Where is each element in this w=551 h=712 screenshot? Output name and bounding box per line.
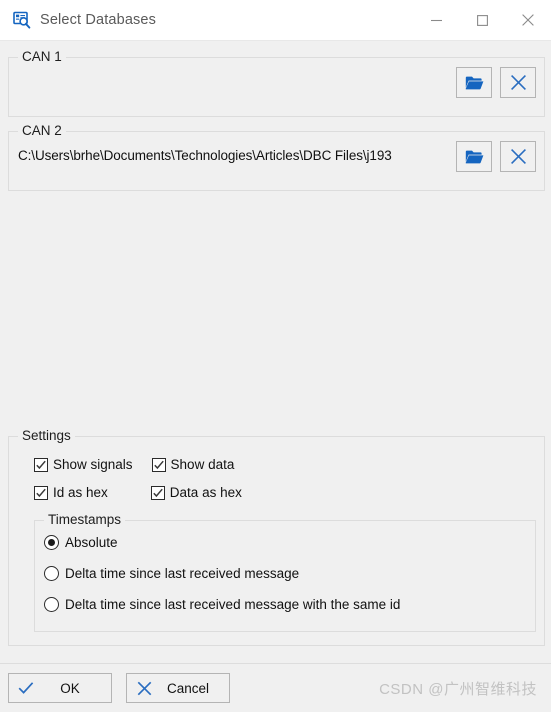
checkbox-id-as-hex[interactable]: Id as hex — [34, 485, 108, 500]
maximize-button[interactable] — [459, 0, 505, 40]
checkmark-icon — [34, 485, 48, 500]
can2-group-title: CAN 2 — [18, 123, 66, 138]
can2-clear-button[interactable] — [500, 141, 536, 172]
can1-buttons — [456, 67, 536, 98]
checkbox-id-as-hex-label: Id as hex — [53, 485, 108, 500]
radio-unselected-icon — [44, 566, 59, 581]
folder-open-icon — [465, 149, 484, 165]
checkbox-show-data[interactable]: Show data — [151, 457, 235, 472]
can1-group-title: CAN 1 — [18, 49, 66, 64]
minimize-button[interactable] — [413, 0, 459, 40]
csdn-watermark: CSDN @广州智维科技 — [379, 681, 537, 698]
checkbox-show-signals-label: Show signals — [53, 457, 133, 472]
checkmark-icon — [34, 457, 48, 472]
settings-group-title: Settings — [18, 428, 75, 443]
can1-browse-button[interactable] — [456, 67, 492, 98]
settings-checkbox-row-2: Id as hex Data as hex — [34, 485, 242, 500]
can1-group: CAN 1 — [8, 49, 545, 117]
title-bar-left: Select Databases — [0, 11, 156, 29]
can2-browse-button[interactable] — [456, 141, 492, 172]
timestamps-group-title: Timestamps — [44, 512, 126, 527]
radio-delta-last-message-label: Delta time since last received message — [65, 566, 300, 581]
window-title: Select Databases — [40, 12, 157, 28]
window-controls — [413, 0, 551, 40]
close-x-icon — [510, 74, 527, 91]
x-icon — [127, 681, 161, 696]
radio-selected-icon — [44, 535, 59, 550]
timestamps-group: Timestamps Absolute Delta time since las… — [34, 512, 536, 632]
radio-delta-last-message[interactable]: Delta time since last received message — [44, 566, 299, 581]
radio-absolute[interactable]: Absolute — [44, 535, 118, 550]
checkbox-data-as-hex-label: Data as hex — [169, 485, 242, 500]
close-button[interactable] — [505, 0, 551, 40]
cancel-button-label: Cancel — [166, 680, 210, 696]
checkbox-show-signals[interactable]: Show signals — [34, 457, 133, 472]
cancel-button[interactable]: Cancel — [126, 673, 230, 703]
database-search-icon — [13, 11, 31, 29]
checkmark-icon — [150, 485, 165, 500]
checkmark-icon — [151, 457, 166, 472]
settings-group: Settings Show signals Show data Id as he… — [8, 428, 545, 646]
can2-path-text: C:\Users\brhe\Documents\Technologies\Art… — [18, 148, 392, 163]
checkbox-data-as-hex[interactable]: Data as hex — [150, 485, 242, 500]
title-bar: Select Databases — [0, 0, 551, 41]
radio-unselected-icon — [44, 597, 59, 612]
radio-absolute-label: Absolute — [65, 535, 118, 550]
settings-checkbox-row-1: Show signals Show data — [34, 457, 234, 472]
ok-button-label: OK — [60, 680, 80, 696]
can1-clear-button[interactable] — [500, 67, 536, 98]
radio-delta-same-id-label: Delta time since last received message w… — [65, 597, 401, 612]
folder-open-icon — [465, 75, 484, 91]
close-x-icon — [510, 148, 527, 165]
radio-delta-same-id[interactable]: Delta time since last received message w… — [44, 597, 400, 612]
can2-group: CAN 2 C:\Users\brhe\Documents\Technologi… — [8, 123, 545, 191]
checkbox-show-data-label: Show data — [170, 457, 235, 472]
ok-button[interactable]: OK — [8, 673, 112, 703]
can2-buttons — [456, 141, 536, 172]
check-icon — [9, 681, 43, 695]
